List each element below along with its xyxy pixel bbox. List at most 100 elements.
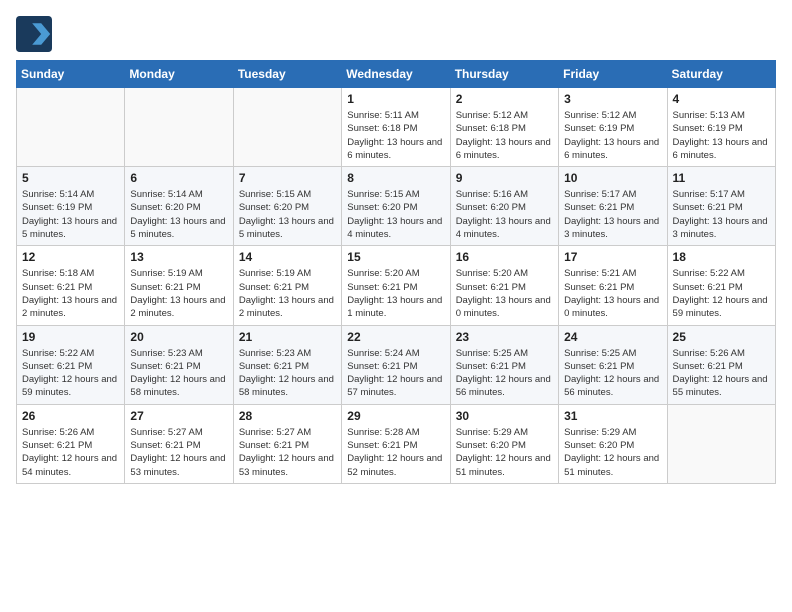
- header-day-sunday: Sunday: [17, 61, 125, 88]
- day-number: 14: [239, 250, 336, 264]
- day-number: 30: [456, 409, 553, 423]
- logo: [16, 16, 56, 52]
- day-number: 4: [673, 92, 770, 106]
- cell-content: Sunrise: 5:23 AMSunset: 6:21 PMDaylight:…: [239, 347, 336, 400]
- cell-content: Sunrise: 5:26 AMSunset: 6:21 PMDaylight:…: [673, 347, 770, 400]
- calendar-cell: 1 Sunrise: 5:11 AMSunset: 6:18 PMDaylight…: [342, 88, 450, 167]
- cell-content: Sunrise: 5:17 AMSunset: 6:21 PMDaylight:…: [673, 188, 770, 241]
- calendar-cell: [17, 88, 125, 167]
- day-number: 29: [347, 409, 444, 423]
- day-number: 11: [673, 171, 770, 185]
- calendar-cell: 25 Sunrise: 5:26 AMSunset: 6:21 PMDayligh…: [667, 325, 775, 404]
- day-number: 31: [564, 409, 661, 423]
- calendar-cell: 26 Sunrise: 5:26 AMSunset: 6:21 PMDayligh…: [17, 404, 125, 483]
- day-number: 25: [673, 330, 770, 344]
- calendar-cell: 20 Sunrise: 5:23 AMSunset: 6:21 PMDayligh…: [125, 325, 233, 404]
- cell-content: Sunrise: 5:24 AMSunset: 6:21 PMDaylight:…: [347, 347, 444, 400]
- cell-content: Sunrise: 5:27 AMSunset: 6:21 PMDaylight:…: [239, 426, 336, 479]
- cell-content: Sunrise: 5:20 AMSunset: 6:21 PMDaylight:…: [347, 267, 444, 320]
- calendar-cell: [667, 404, 775, 483]
- calendar-cell: 28 Sunrise: 5:27 AMSunset: 6:21 PMDayligh…: [233, 404, 341, 483]
- day-number: 16: [456, 250, 553, 264]
- cell-content: Sunrise: 5:29 AMSunset: 6:20 PMDaylight:…: [456, 426, 553, 479]
- calendar-cell: 18 Sunrise: 5:22 AMSunset: 6:21 PMDayligh…: [667, 246, 775, 325]
- cell-content: Sunrise: 5:23 AMSunset: 6:21 PMDaylight:…: [130, 347, 227, 400]
- cell-content: Sunrise: 5:13 AMSunset: 6:19 PMDaylight:…: [673, 109, 770, 162]
- cell-content: Sunrise: 5:11 AMSunset: 6:18 PMDaylight:…: [347, 109, 444, 162]
- day-number: 7: [239, 171, 336, 185]
- cell-content: Sunrise: 5:12 AMSunset: 6:19 PMDaylight:…: [564, 109, 661, 162]
- calendar-cell: 23Sunrise: 5:25 AMSunset: 6:21 PMDayligh…: [450, 325, 558, 404]
- day-number: 24: [564, 330, 661, 344]
- week-row-4: 19Sunrise: 5:22 AMSunset: 6:21 PMDayligh…: [17, 325, 776, 404]
- calendar-cell: 7 Sunrise: 5:15 AMSunset: 6:20 PMDaylight…: [233, 167, 341, 246]
- calendar-cell: 31 Sunrise: 5:29 AMSunset: 6:20 PMDayligh…: [559, 404, 667, 483]
- calendar-cell: 19Sunrise: 5:22 AMSunset: 6:21 PMDayligh…: [17, 325, 125, 404]
- calendar-cell: 12 Sunrise: 5:18 AMSunset: 6:21 PMDayligh…: [17, 246, 125, 325]
- day-number: 28: [239, 409, 336, 423]
- day-number: 2: [456, 92, 553, 106]
- cell-content: Sunrise: 5:19 AMSunset: 6:21 PMDaylight:…: [130, 267, 227, 320]
- header-day-monday: Monday: [125, 61, 233, 88]
- calendar-cell: 14Sunrise: 5:19 AMSunset: 6:21 PMDayligh…: [233, 246, 341, 325]
- calendar-cell: 9 Sunrise: 5:16 AMSunset: 6:20 PMDaylight…: [450, 167, 558, 246]
- week-row-1: 1 Sunrise: 5:11 AMSunset: 6:18 PMDaylight…: [17, 88, 776, 167]
- cell-content: Sunrise: 5:25 AMSunset: 6:21 PMDaylight:…: [564, 347, 661, 400]
- day-number: 26: [22, 409, 119, 423]
- day-number: 5: [22, 171, 119, 185]
- calendar-cell: 10Sunrise: 5:17 AMSunset: 6:21 PMDayligh…: [559, 167, 667, 246]
- calendar-cell: 16 Sunrise: 5:20 AMSunset: 6:21 PMDayligh…: [450, 246, 558, 325]
- cell-content: Sunrise: 5:18 AMSunset: 6:21 PMDaylight:…: [22, 267, 119, 320]
- header-row: SundayMondayTuesdayWednesdayThursdayFrid…: [17, 61, 776, 88]
- cell-content: Sunrise: 5:12 AMSunset: 6:18 PMDaylight:…: [456, 109, 553, 162]
- header-day-friday: Friday: [559, 61, 667, 88]
- day-number: 3: [564, 92, 661, 106]
- cell-content: Sunrise: 5:29 AMSunset: 6:20 PMDaylight:…: [564, 426, 661, 479]
- cell-content: Sunrise: 5:14 AMSunset: 6:20 PMDaylight:…: [130, 188, 227, 241]
- calendar-cell: 8Sunrise: 5:15 AMSunset: 6:20 PMDaylight…: [342, 167, 450, 246]
- calendar-cell: 22Sunrise: 5:24 AMSunset: 6:21 PMDayligh…: [342, 325, 450, 404]
- header-day-tuesday: Tuesday: [233, 61, 341, 88]
- cell-content: Sunrise: 5:28 AMSunset: 6:21 PMDaylight:…: [347, 426, 444, 479]
- day-number: 17: [564, 250, 661, 264]
- calendar-table: SundayMondayTuesdayWednesdayThursdayFrid…: [16, 60, 776, 484]
- calendar-cell: 4 Sunrise: 5:13 AMSunset: 6:19 PMDaylight…: [667, 88, 775, 167]
- day-number: 20: [130, 330, 227, 344]
- day-number: 12: [22, 250, 119, 264]
- calendar-cell: 29 Sunrise: 5:28 AMSunset: 6:21 PMDayligh…: [342, 404, 450, 483]
- cell-content: Sunrise: 5:21 AMSunset: 6:21 PMDaylight:…: [564, 267, 661, 320]
- cell-content: Sunrise: 5:27 AMSunset: 6:21 PMDaylight:…: [130, 426, 227, 479]
- day-number: 21: [239, 330, 336, 344]
- cell-content: Sunrise: 5:22 AMSunset: 6:21 PMDaylight:…: [673, 267, 770, 320]
- calendar-cell: 27Sunrise: 5:27 AMSunset: 6:21 PMDayligh…: [125, 404, 233, 483]
- calendar-cell: 30 Sunrise: 5:29 AMSunset: 6:20 PMDayligh…: [450, 404, 558, 483]
- day-number: 15: [347, 250, 444, 264]
- week-row-3: 12 Sunrise: 5:18 AMSunset: 6:21 PMDayligh…: [17, 246, 776, 325]
- day-number: 13: [130, 250, 227, 264]
- cell-content: Sunrise: 5:15 AMSunset: 6:20 PMDaylight:…: [239, 188, 336, 241]
- cell-content: Sunrise: 5:16 AMSunset: 6:20 PMDaylight:…: [456, 188, 553, 241]
- calendar-cell: 11 Sunrise: 5:17 AMSunset: 6:21 PMDayligh…: [667, 167, 775, 246]
- calendar-cell: 5 Sunrise: 5:14 AMSunset: 6:19 PMDaylight…: [17, 167, 125, 246]
- calendar-cell: 15 Sunrise: 5:20 AMSunset: 6:21 PMDayligh…: [342, 246, 450, 325]
- cell-content: Sunrise: 5:20 AMSunset: 6:21 PMDaylight:…: [456, 267, 553, 320]
- cell-content: Sunrise: 5:22 AMSunset: 6:21 PMDaylight:…: [22, 347, 119, 400]
- cell-content: Sunrise: 5:26 AMSunset: 6:21 PMDaylight:…: [22, 426, 119, 479]
- calendar-cell: 3 Sunrise: 5:12 AMSunset: 6:19 PMDaylight…: [559, 88, 667, 167]
- week-row-2: 5 Sunrise: 5:14 AMSunset: 6:19 PMDaylight…: [17, 167, 776, 246]
- calendar-cell: 2 Sunrise: 5:12 AMSunset: 6:18 PMDaylight…: [450, 88, 558, 167]
- header-day-saturday: Saturday: [667, 61, 775, 88]
- calendar-cell: [233, 88, 341, 167]
- day-number: 18: [673, 250, 770, 264]
- day-number: 6: [130, 171, 227, 185]
- calendar-cell: 13 Sunrise: 5:19 AMSunset: 6:21 PMDayligh…: [125, 246, 233, 325]
- cell-content: Sunrise: 5:14 AMSunset: 6:19 PMDaylight:…: [22, 188, 119, 241]
- logo-icon: [16, 16, 52, 52]
- day-number: 23: [456, 330, 553, 344]
- day-number: 1: [347, 92, 444, 106]
- cell-content: Sunrise: 5:15 AMSunset: 6:20 PMDaylight:…: [347, 188, 444, 241]
- week-row-5: 26 Sunrise: 5:26 AMSunset: 6:21 PMDayligh…: [17, 404, 776, 483]
- day-number: 9: [456, 171, 553, 185]
- calendar-cell: 24 Sunrise: 5:25 AMSunset: 6:21 PMDayligh…: [559, 325, 667, 404]
- calendar-cell: 21 Sunrise: 5:23 AMSunset: 6:21 PMDayligh…: [233, 325, 341, 404]
